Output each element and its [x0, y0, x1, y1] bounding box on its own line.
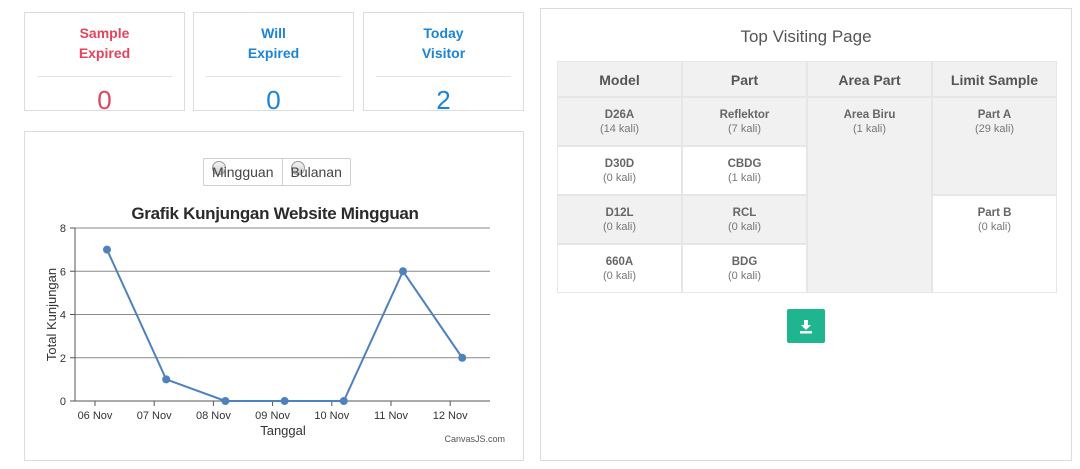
will-expired-title: Will Expired [194, 23, 353, 63]
x-tick-label: 12 Nov [433, 410, 468, 422]
will-expired-title-line2: Expired [247, 45, 300, 61]
data-point [221, 397, 230, 405]
visit-chart-panel: Grafik Kunjungan Website Mingguan 0 2 4 6 8 06… [24, 131, 524, 461]
part-count: (0 kali) [727, 270, 761, 282]
limit-sample-name: Part B [977, 207, 1012, 219]
download-button[interactable] [787, 309, 825, 343]
y-tick-label: 4 [60, 310, 66, 322]
download-icon [800, 320, 812, 334]
sample-expired-value: 0 [97, 85, 112, 115]
model-cell: D26A (14 kali) [557, 97, 682, 146]
header-area-part-label: Area Part [838, 72, 901, 88]
sample-expired-title-line1: Sample [79, 25, 130, 41]
part-cell: BDG (0 kali) [682, 244, 807, 293]
limit-sample-cell: Part A (29 kali) [932, 97, 1057, 195]
header-model-label: Model [599, 72, 640, 88]
header-part: Part [682, 61, 807, 97]
series-line [106, 249, 464, 402]
y-tick-label: 2 [60, 353, 66, 365]
card-divider [37, 76, 172, 77]
will-expired-value: 0 [266, 85, 281, 115]
part-name: CBDG [727, 158, 762, 170]
model-cell: D30D (0 kali) [557, 146, 682, 195]
y-axis-title: Total Kunjungan [44, 268, 59, 361]
part-name: RCL [732, 207, 757, 219]
limit-sample-count: (0 kali) [977, 221, 1011, 233]
header-part-label: Part [730, 72, 759, 88]
limit-sample-name: Part A [977, 109, 1012, 121]
period-toggle: Mingguan Bulanan [203, 158, 351, 186]
today-visitor-title: Today Visitor [364, 23, 523, 63]
top-visiting-panel: Top Visiting Page Model Part Area Part L… [540, 8, 1072, 461]
today-visitor-card: Today Visitor 2 [363, 12, 524, 115]
data-point [103, 245, 111, 254]
chart-title: Grafik Kunjungan Website Mingguan [131, 204, 418, 223]
area-part-name: Area Biru [843, 109, 896, 121]
x-tick-label: 11 Nov [374, 410, 409, 422]
part-count: (1 kali) [727, 172, 761, 184]
y-tick-label: 0 [60, 396, 66, 408]
part-cell: Reflektor (7 kali) [682, 97, 807, 146]
card-divider [206, 76, 341, 77]
header-limit-sample: Limit Sample [932, 61, 1057, 97]
part-count: (0 kali) [727, 221, 761, 233]
data-point [339, 397, 348, 405]
y-tick-label: 8 [60, 223, 66, 235]
limit-sample-count: (29 kali) [974, 123, 1015, 135]
card-divider [376, 76, 511, 77]
will-expired-card: Will Expired 0 [193, 12, 354, 115]
part-name: BDG [731, 256, 758, 268]
header-area-part: Area Part [807, 61, 932, 97]
data-point [399, 267, 407, 276]
sample-expired-title: Sample Expired [25, 23, 184, 63]
today-visitor-title-line2: Visitor [421, 45, 466, 61]
today-visitor-title-line1: Today [423, 25, 464, 41]
toggle-label-bulanan: Bulanan [290, 164, 342, 180]
toggle-option-bulanan[interactable]: Bulanan [281, 159, 350, 185]
data-point [162, 375, 171, 384]
header-limit-sample-label: Limit Sample [950, 72, 1039, 88]
top-visiting-title: Top Visiting Page [740, 27, 872, 46]
model-name: 660A [605, 256, 634, 268]
area-part-cell: Area Biru (1 kali) [807, 97, 932, 293]
x-tick-label: 07 Nov [137, 410, 172, 422]
x-tick-label: 08 Nov [196, 410, 231, 422]
part-count: (7 kali) [727, 123, 761, 135]
model-count: (14 kali) [599, 123, 640, 135]
part-cell: RCL (0 kali) [682, 195, 807, 244]
chart-credit: CanvasJS.com [444, 434, 505, 444]
model-cell: D12L (0 kali) [557, 195, 682, 244]
will-expired-title-line1: Will [261, 25, 286, 41]
y-tick-label: 6 [60, 266, 66, 278]
x-axis-title: Tanggal [260, 423, 306, 438]
toggle-option-mingguan[interactable]: Mingguan [204, 159, 282, 185]
model-cell: 660A (0 kali) [557, 244, 682, 293]
x-tick-label: 10 Nov [314, 410, 349, 422]
sample-expired-title-line2: Expired [78, 45, 131, 61]
part-cell: CBDG (1 kali) [682, 146, 807, 195]
header-model: Model [557, 61, 682, 97]
x-tick-label: 06 Nov [78, 410, 113, 422]
today-visitor-value: 2 [436, 85, 451, 115]
sample-expired-card: Sample Expired 0 [24, 12, 185, 115]
model-name: D12L [605, 207, 634, 219]
model-count: (0 kali) [602, 270, 636, 282]
model-name: D26A [604, 109, 635, 121]
data-point [458, 353, 467, 362]
part-name: Reflektor [719, 109, 770, 121]
x-tick-label: 09 Nov [255, 410, 290, 422]
area-part-count: (1 kali) [852, 123, 886, 135]
data-point [280, 397, 289, 405]
model-name: D30D [604, 158, 635, 170]
limit-sample-cell: Part B (0 kali) [932, 195, 1057, 293]
model-count: (0 kali) [602, 221, 636, 233]
toggle-label-mingguan: Mingguan [212, 164, 274, 180]
model-count: (0 kali) [602, 172, 636, 184]
